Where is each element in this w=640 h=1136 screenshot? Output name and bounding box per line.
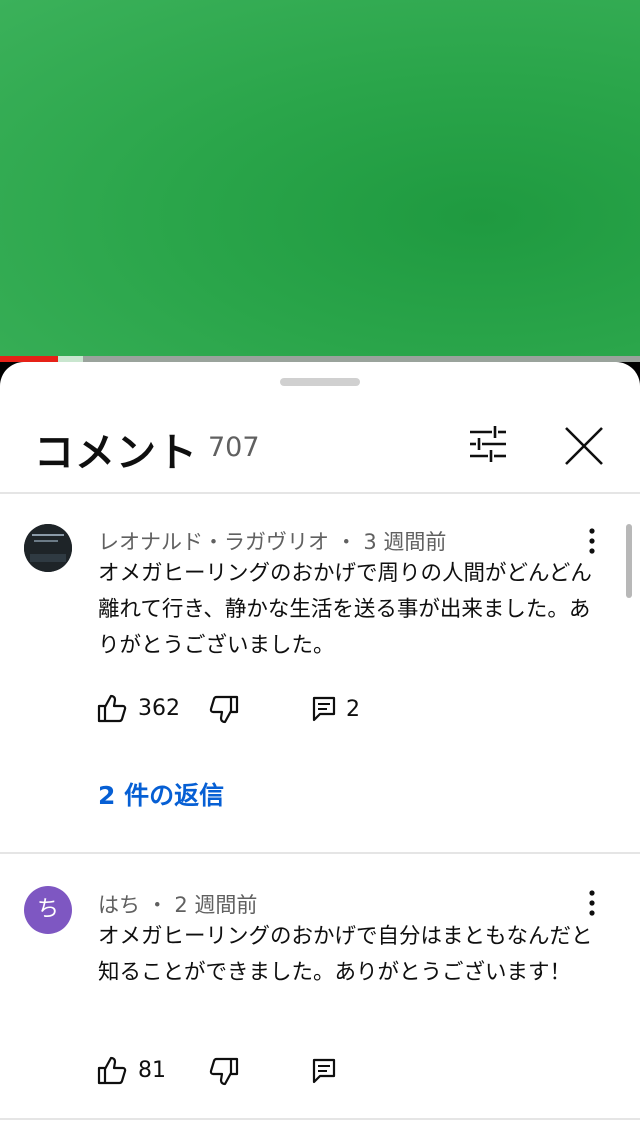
comment-divider (0, 852, 640, 854)
profile-photo-icon (24, 524, 72, 572)
meta-separator: ・ (335, 530, 357, 554)
meta-separator: ・ (146, 893, 168, 917)
scrollbar[interactable] (626, 524, 632, 598)
like-count: 81 (138, 1057, 166, 1083)
comment-divider (0, 1118, 640, 1120)
view-replies-link[interactable]: 2 件の返信 (98, 776, 224, 812)
comment-meta: レオナルド・ラガヴリオ ・ 3 週間前 (98, 526, 446, 556)
comment-count: 707 (208, 432, 260, 463)
like-count: 362 (138, 695, 180, 721)
comment-time: 2 週間前 (174, 893, 258, 917)
more-vert-icon (589, 890, 595, 916)
comment-author[interactable]: レオナルド・ラガヴリオ (98, 530, 329, 554)
comments-panel: コメント 707 レオナルド・ラガヴリオ ・ 3 週間前 オメガヒーリングのおか… (0, 362, 640, 1136)
reply-button[interactable]: 2 (312, 693, 360, 725)
drag-handle[interactable] (280, 378, 360, 386)
panel-title: コメント (34, 430, 198, 476)
reply-button[interactable] (312, 1055, 336, 1087)
like-button[interactable]: 362 (96, 692, 180, 724)
close-button[interactable] (562, 424, 606, 468)
more-vert-icon (589, 528, 595, 554)
header-divider (0, 492, 640, 494)
thumbs-up-icon (97, 1056, 127, 1085)
avatar[interactable] (24, 524, 72, 572)
close-icon (565, 427, 603, 465)
comment-icon (312, 1058, 336, 1084)
dislike-button[interactable] (208, 1056, 240, 1088)
comment-text: オメガヒーリングのおかげで周りの人間がどんどん離れて行き、静かな生活を送る事が出… (98, 561, 592, 658)
like-button[interactable]: 81 (96, 1054, 166, 1086)
comment-more-button[interactable] (580, 888, 604, 918)
sort-filter-button[interactable] (466, 424, 510, 464)
comment-icon (312, 696, 336, 722)
reply-count: 2 (346, 696, 360, 722)
comment-meta: はち ・ 2 週間前 (98, 889, 257, 919)
thumbs-down-icon (209, 695, 239, 724)
sliders-icon (470, 426, 506, 462)
comment-author[interactable]: はち (98, 893, 140, 917)
video-player[interactable] (0, 0, 640, 362)
comment-text: オメガヒーリングのおかげで自分はまともなんだと知ることができました。ありがとうご… (98, 924, 593, 985)
thumbs-up-icon (97, 694, 127, 723)
avatar[interactable]: ち (24, 886, 72, 934)
thumbs-down-icon (209, 1057, 239, 1086)
comment-more-button[interactable] (580, 526, 604, 556)
dislike-button[interactable] (208, 694, 240, 726)
comment-time: 3 週間前 (363, 530, 447, 554)
